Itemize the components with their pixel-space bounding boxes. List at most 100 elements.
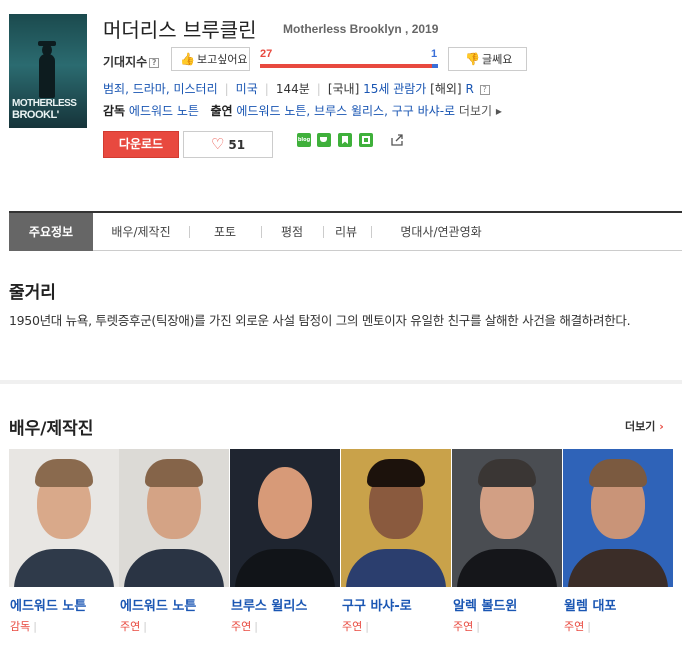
cast-name[interactable]: 에드워드 노튼 [9,595,119,614]
expectation-label-text: 기대지수 [103,55,148,69]
blog-share-icon[interactable]: blog [297,133,311,147]
runtime: 144분 [275,82,310,96]
role-separator: | [254,620,258,633]
cast-photo[interactable] [341,449,451,587]
tab-main-info[interactable]: 주요정보 [9,213,93,251]
cast-member[interactable]: 알렉 볼드윈 주연 | [452,449,562,634]
photo-suit [568,549,668,587]
download-button[interactable]: 다운로드 [103,131,179,158]
photo-suit [346,549,446,587]
tab-bar: 주요정보 배우/제작진 포토 평점 리뷰 명대사/연관영화 [9,211,682,251]
cast-member[interactable]: 윌렘 대포 주연 | [563,449,673,634]
cast-name[interactable]: 구구 바샤-로 [341,595,451,614]
rating-domestic-label: [국내] [327,82,360,96]
meh-label: 글쎄요 [481,53,513,66]
role-separator: | [143,620,147,633]
thumbs-up-icon: 👍 [180,52,195,66]
cast-role: 주연 | [119,618,229,634]
cast-name[interactable]: 에드워드 노튼 [119,595,229,614]
country-link[interactable]: 미국 [236,82,258,96]
director-label: 감독 [103,104,126,118]
cast-member[interactable]: 브루스 윌리스 주연 | [230,449,340,634]
share-icon[interactable] [390,133,404,147]
band-share-icon[interactable] [359,133,373,147]
photo-hair [367,459,425,487]
like-button[interactable]: ♡ 51 [183,131,273,158]
cast-photo[interactable] [452,449,562,587]
want-label: 보고싶어요 [196,53,248,66]
director-link[interactable]: 에드워드 노튼 [129,104,199,118]
original-title: Motherless Brooklyn , 2019 [283,22,439,36]
want-to-see-button[interactable]: 👍 보고싶어요 [171,47,250,71]
tab-separator [323,226,324,238]
cast-name[interactable]: 브루스 윌리스 [230,595,340,614]
cast-more-link[interactable]: 더보기 › [625,418,664,434]
photo-hair [589,459,647,487]
meta-separator: | [316,82,321,96]
cafe-share-icon[interactable] [317,133,331,147]
rating-domestic-link[interactable]: 15세 관람가 [363,82,426,96]
photo-suit [124,549,224,587]
rating-help-icon[interactable]: ? [479,84,490,95]
photo-hair [478,459,536,487]
photo-suit [14,549,114,587]
like-count: 51 [228,138,246,152]
crew-more-link[interactable]: 더보기 ▸ [459,104,502,118]
cast-links[interactable]: 에드워드 노튼, 브루스 윌리스, 구구 바샤-로 [236,104,455,118]
expectation-bar-fill [260,64,432,68]
thumbs-down-icon: 👎 [465,52,480,66]
cast-role: 감독 | [9,618,119,634]
cast-role: 주연 | [563,618,673,634]
role-separator: | [476,620,480,633]
role-separator: | [33,620,37,633]
cast-role-label: 주연 [231,620,252,633]
poster-title-line1: MOTHERLESS [12,98,77,109]
tab-rating[interactable]: 평점 [267,213,317,251]
cast-member[interactable]: 에드워드 노튼 주연 | [119,449,229,634]
cast-photo[interactable] [9,449,119,587]
want-count: 27 [260,48,273,60]
cast-role-label: 감독 [10,620,31,633]
page-title: 머더리스 브루클린 [103,18,257,42]
cast-role-label: 주연 [342,620,363,633]
cast-role: 주연 | [341,618,451,634]
poster-title-line2: BROOKL' [12,109,59,121]
tab-separator [261,226,262,238]
photo-hair [145,459,203,487]
cast-name[interactable]: 윌렘 대포 [563,595,673,614]
rating-foreign-label: [해외] [430,82,462,96]
cast-heading: 배우/제작진 [9,419,94,439]
expectation-label: 기대지수? [103,53,160,70]
movie-meta: 범죄, 드라마, 미스터리 | 미국 | 144분 | [국내] 15세 관람가 [해외] … [103,80,490,97]
rating-foreign-link[interactable]: R [465,82,473,96]
cast-member[interactable]: 에드워드 노튼 감독 | [9,449,119,634]
role-separator: | [587,620,591,633]
tab-review[interactable]: 리뷰 [327,213,365,251]
genres-link[interactable]: 범죄, 드라마, 미스터리 [103,82,218,96]
tab-cast-crew[interactable]: 배우/제작진 [99,213,183,251]
cast-label: 출연 [210,104,233,118]
heart-icon: ♡ [210,135,225,153]
crew-row: 감독 에드워드 노튼 출연 에드워드 노튼, 브루스 윌리스, 구구 바샤-로 … [103,102,502,119]
tab-photo[interactable]: 포토 [195,213,255,251]
cast-photo[interactable] [230,449,340,587]
cast-photo[interactable] [119,449,229,587]
photo-suit [235,549,335,587]
plot-heading: 줄거리 [9,283,56,303]
cast-name[interactable]: 알렉 볼드윈 [452,595,562,614]
cast-more-label: 더보기 [625,420,656,433]
cast-member[interactable]: 구구 바샤-로 주연 | [341,449,451,634]
tab-quotes-related[interactable]: 명대사/연관영화 [379,213,503,251]
meta-separator: | [224,82,229,96]
cast-role: 주연 | [230,618,340,634]
help-icon[interactable]: ? [149,57,160,68]
meh-button[interactable]: 👎 글쎄요 [448,47,527,71]
plot-text: 1950년대 뉴욕, 투렛증후군(틱장애)를 가진 외로운 사설 탐정이 그의 … [9,313,631,328]
expectation-bar [260,64,438,68]
tab-separator [189,226,190,238]
cast-photo[interactable] [563,449,673,587]
tab-separator [371,226,372,238]
photo-suit [457,549,557,587]
bookmark-share-icon[interactable] [338,133,352,147]
movie-poster[interactable]: MOTHERLESS BROOKL' [9,14,87,128]
